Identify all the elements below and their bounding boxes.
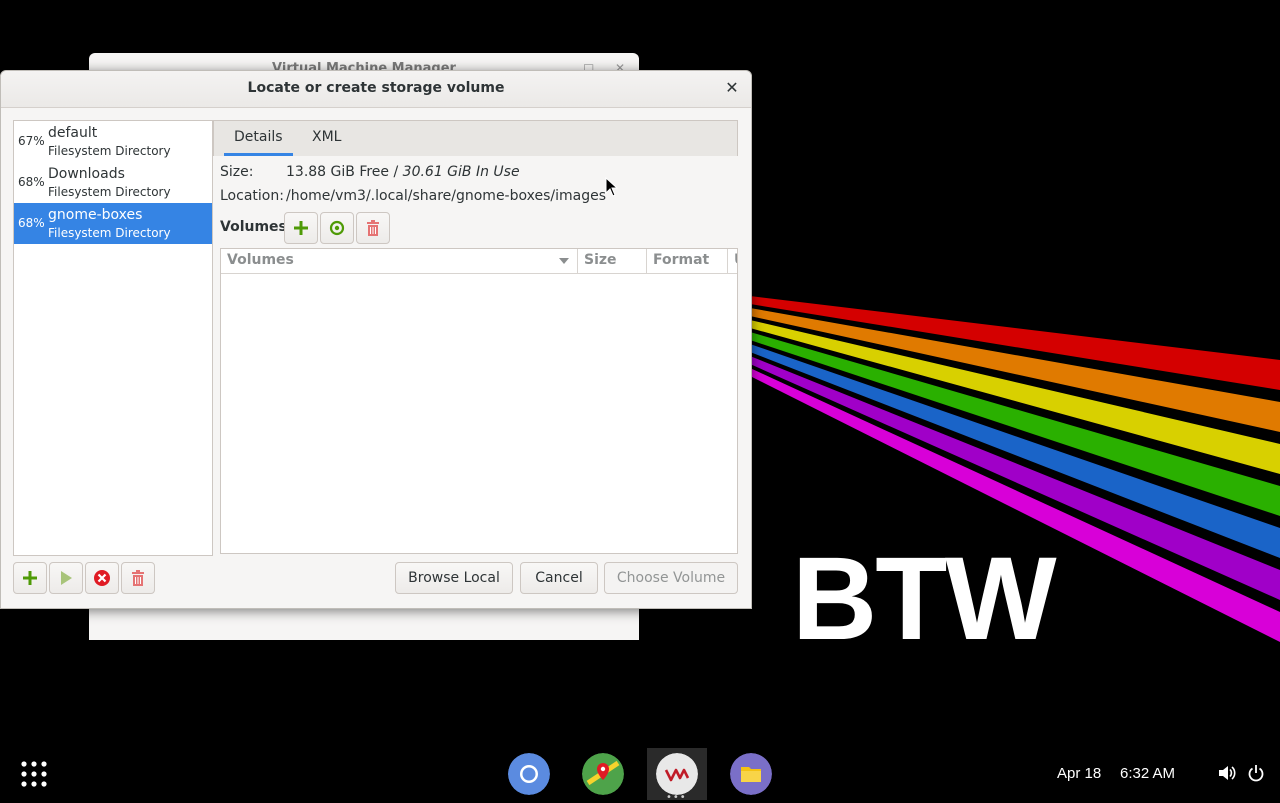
play-icon <box>61 571 72 585</box>
tab-xml[interactable]: XML <box>302 121 351 156</box>
pool-type: Filesystem Directory <box>48 226 171 240</box>
storage-pool-list: 67% default Filesystem Directory 68% Dow… <box>13 120 213 556</box>
tab-bar: Details XML <box>213 120 738 157</box>
size-in-use: 30.61 GiB In Use <box>402 164 520 180</box>
pool-usage-percent: 68% <box>18 175 45 189</box>
tab-details[interactable]: Details <box>224 121 293 156</box>
dialog-header: Locate or create storage volume ✕ <box>1 71 751 108</box>
refresh-icon <box>329 220 345 236</box>
column-format[interactable]: Format <box>647 249 728 273</box>
pool-name: default <box>48 125 98 141</box>
delete-volume-button[interactable] <box>356 212 390 244</box>
pool-usage-percent: 68% <box>18 216 45 230</box>
add-pool-button[interactable] <box>13 562 47 594</box>
trash-icon <box>132 570 144 586</box>
date-label[interactable]: Apr 18 <box>1057 765 1101 782</box>
virt-manager-icon[interactable] <box>656 753 698 795</box>
time-label[interactable]: 6:32 AM <box>1120 765 1175 782</box>
column-used-by[interactable]: U <box>728 249 737 273</box>
details-panel: Size: 13.88 GiB Free / 30.61 GiB In Use … <box>213 156 738 554</box>
wallpaper-btw-text: BTW <box>792 533 1057 665</box>
mouse-cursor-icon <box>605 177 619 197</box>
app-grid-icon[interactable] <box>20 760 48 788</box>
size-value: 13.88 GiB Free / 30.61 GiB In Use <box>286 164 520 180</box>
column-size[interactable]: Size <box>578 249 647 273</box>
close-icon[interactable]: ✕ <box>723 79 741 97</box>
pool-name: Downloads <box>48 166 125 182</box>
pool-notebook: Details XML Size: 13.88 GiB Free / 30.61… <box>213 120 738 554</box>
power-icon[interactable] <box>1248 765 1264 782</box>
sort-down-icon <box>559 258 569 264</box>
storage-volume-dialog: Locate or create storage volume ✕ 67% de… <box>0 70 752 609</box>
location-value: /home/vm3/.local/share/gnome-boxes/image… <box>286 188 607 204</box>
table-header: Volumes Size Format U <box>221 249 737 274</box>
start-pool-button[interactable] <box>49 562 83 594</box>
stop-icon <box>94 570 110 586</box>
cancel-button[interactable]: Cancel <box>520 562 598 594</box>
column-volumes[interactable]: Volumes <box>221 249 578 273</box>
browse-local-button[interactable]: Browse Local <box>395 562 513 594</box>
choose-volume-button[interactable]: Choose Volume <box>604 562 738 594</box>
pool-item-downloads[interactable]: 68% Downloads Filesystem Directory <box>14 162 212 203</box>
files-icon[interactable] <box>730 753 772 795</box>
pool-type: Filesystem Directory <box>48 144 171 158</box>
refresh-volumes-button[interactable] <box>320 212 354 244</box>
volume-icon[interactable] <box>1218 765 1236 781</box>
pool-name: gnome-boxes <box>48 207 143 223</box>
stop-pool-button[interactable] <box>85 562 119 594</box>
location-label: Location: <box>220 188 284 204</box>
dialog-title: Locate or create storage volume <box>247 80 505 96</box>
volumes-table[interactable]: Volumes Size Format U <box>220 248 738 554</box>
maps-icon[interactable] <box>582 753 624 795</box>
volumes-label: Volumes <box>220 219 287 235</box>
pool-type: Filesystem Directory <box>48 185 171 199</box>
chromium-icon[interactable] <box>508 753 550 795</box>
add-volume-button[interactable] <box>284 212 318 244</box>
delete-pool-button[interactable] <box>121 562 155 594</box>
pool-item-gnome-boxes[interactable]: 68% gnome-boxes Filesystem Directory <box>14 203 212 244</box>
pool-item-default[interactable]: 67% default Filesystem Directory <box>14 121 212 162</box>
running-indicator-icon: ••• <box>666 792 687 803</box>
plus-icon <box>294 221 308 235</box>
size-label: Size: <box>220 164 254 180</box>
plus-icon <box>23 571 37 585</box>
size-free: 13.88 GiB Free / <box>286 164 403 180</box>
pool-usage-percent: 67% <box>18 134 45 148</box>
taskbar: ••• Apr 18 6:32 AM <box>0 748 1280 803</box>
trash-icon <box>367 220 379 236</box>
